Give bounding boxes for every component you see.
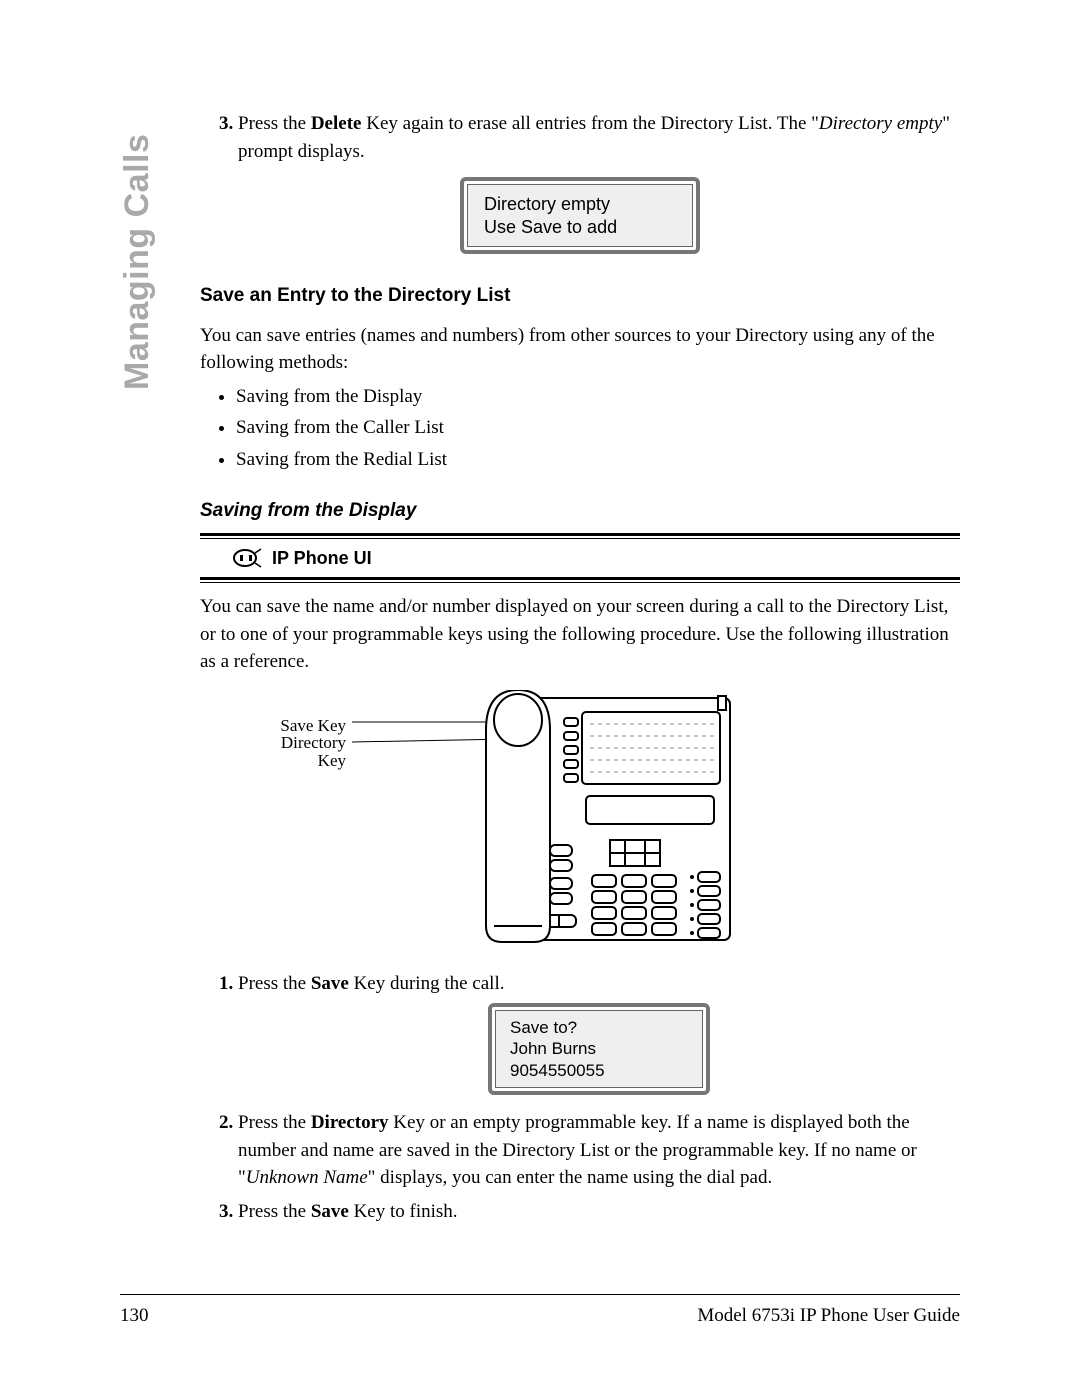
list-item: Saving from the Caller List <box>236 414 960 442</box>
lcd-line: Save to? <box>510 1017 688 1038</box>
text: Key again to erase all entries from the … <box>361 113 818 134</box>
ip-phone-ui-row: IP Phone UI <box>200 539 960 577</box>
text: Key to finish. <box>349 1201 458 1222</box>
heading-save-entry: Save an Entry to the Directory List <box>200 282 960 310</box>
saving-display-paragraph: You can save the name and/or number disp… <box>200 593 960 676</box>
prompt-name: Directory empty <box>819 113 942 134</box>
lcd-screen-2: Save to? John Burns 9054550055 <box>488 1003 710 1095</box>
save-key-name: Save <box>311 973 349 994</box>
sidebar-tab-text: Managing Calls <box>118 134 156 390</box>
lcd-inner: Save to? John Burns 9054550055 <box>495 1010 703 1088</box>
text: " displays, you can enter the name using… <box>368 1167 773 1188</box>
step-1b: Press the Save Key during the call. Save… <box>238 970 960 1095</box>
text: Press the <box>238 1201 311 1222</box>
top-steps: Press the Delete Key again to erase all … <box>200 110 960 165</box>
page: Managing Calls Press the Delete Key agai… <box>0 0 1080 1397</box>
text: Key during the call. <box>349 973 505 994</box>
text: Press the <box>238 113 311 134</box>
unknown-name: Unknown Name <box>246 1167 368 1188</box>
lcd-line: Directory empty <box>484 193 676 216</box>
main-content: Press the Delete Key again to erase all … <box>200 110 960 1225</box>
list-item: Saving from the Display <box>236 383 960 411</box>
step-3: Press the Delete Key again to erase all … <box>238 110 960 165</box>
page-number: 130 <box>120 1305 149 1327</box>
step-2b: Press the Directory Key or an empty prog… <box>238 1109 960 1192</box>
lcd-line: John Burns <box>510 1038 688 1059</box>
lcd-line: Use Save to add <box>484 216 676 239</box>
directory-key-name: Directory <box>311 1112 389 1133</box>
phone-icon <box>232 547 262 569</box>
list-item: Saving from the Redial List <box>236 446 960 474</box>
step-3b: Press the Save Key to finish. <box>238 1198 960 1226</box>
heading-saving-from-display: Saving from the Display <box>200 497 960 525</box>
phone-illustration: Save Key Directory Key <box>270 690 740 950</box>
save-key-name: Save <box>311 1201 349 1222</box>
lcd-line: 9054550055 <box>510 1060 688 1081</box>
text: Press the <box>238 1112 311 1133</box>
ip-phone-ui-block: IP Phone UI <box>200 533 960 583</box>
bottom-steps: Press the Save Key during the call. Save… <box>200 970 960 1225</box>
save-intro-paragraph: You can save entries (names and numbers)… <box>200 322 960 377</box>
delete-key-name: Delete <box>311 113 362 134</box>
sidebar-tab: Managing Calls <box>118 134 157 390</box>
lcd-screen-1: Directory empty Use Save to add <box>460 177 700 254</box>
text: Press the <box>238 973 311 994</box>
page-footer: 130 Model 6753i IP Phone User Guide <box>120 1294 960 1327</box>
lcd-inner: Directory empty Use Save to add <box>467 184 693 247</box>
methods-list: Saving from the Display Saving from the … <box>214 383 960 474</box>
doc-title: Model 6753i IP Phone User Guide <box>697 1305 960 1327</box>
ip-phone-ui-label: IP Phone UI <box>272 545 372 571</box>
